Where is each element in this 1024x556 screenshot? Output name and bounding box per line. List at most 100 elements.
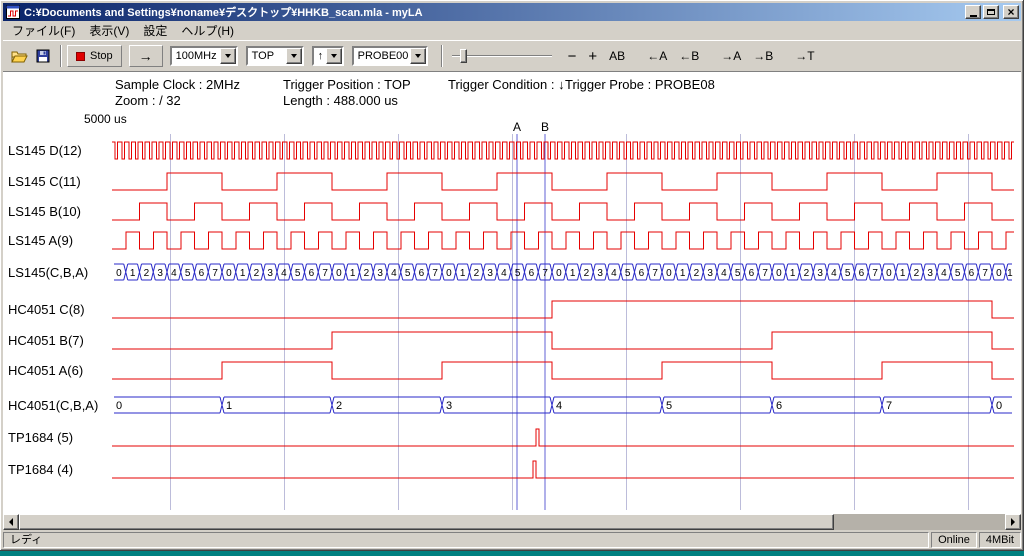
- zoom-slider[interactable]: [452, 45, 552, 67]
- trigger-probe-select[interactable]: PROBE00: [352, 46, 428, 66]
- sample-clock-info: Sample Clock : 2MHz: [115, 77, 283, 93]
- close-button[interactable]: ×: [1003, 5, 1019, 19]
- bus-value: 3: [817, 268, 823, 279]
- bus-value: 1: [790, 268, 796, 279]
- toolbar: Stop → 100MHz TOP ↑ PROBE00 − + AB ←A: [3, 40, 1021, 72]
- trigger-condition-info: Trigger Condition : ↓: [448, 77, 565, 93]
- close-icon: ×: [1007, 6, 1014, 18]
- menu-file[interactable]: ファイル(F): [5, 20, 82, 41]
- save-button[interactable]: [31, 44, 55, 68]
- bus-value: 1: [570, 268, 576, 279]
- bus-value: 5: [515, 268, 521, 279]
- trigger-edge-value: ↑: [314, 48, 326, 64]
- trigger-probe-info: Trigger Probe : PROBE08: [565, 77, 715, 93]
- open-button[interactable]: [7, 44, 31, 68]
- ab-range-button[interactable]: AB: [605, 47, 629, 65]
- zoom-slider-track[interactable]: [452, 55, 552, 57]
- bus-value: 4: [721, 268, 727, 279]
- zoom-slider-thumb[interactable]: [460, 49, 467, 63]
- bus-value: 5: [735, 268, 741, 279]
- goto-b-right-button[interactable]: →B: [749, 47, 777, 65]
- waveform-bus: [114, 397, 1012, 413]
- window-title: C:¥Documents and Settings¥noname¥デスクトップ¥…: [24, 4, 963, 20]
- bus-value: 0: [886, 268, 892, 279]
- bus-value: 4: [556, 400, 562, 412]
- bus-value: 2: [254, 268, 260, 279]
- bus-value: 7: [432, 268, 438, 279]
- statusbar: レディ Online 4MBit: [3, 530, 1021, 548]
- titlebar[interactable]: C:¥Documents and Settings¥noname¥デスクトップ¥…: [3, 3, 1021, 21]
- maximize-button[interactable]: [983, 5, 999, 19]
- bus-value: 0: [226, 268, 232, 279]
- bus-value: 4: [941, 268, 947, 279]
- scrollbar-track[interactable]: [19, 514, 1005, 530]
- bus-value: 1: [240, 268, 246, 279]
- trigger-position-dropdown-button[interactable]: [286, 48, 302, 64]
- waveform-pulse: [112, 429, 1014, 446]
- scroll-left-button[interactable]: [3, 514, 19, 530]
- trigger-probe-dropdown-button[interactable]: [410, 48, 426, 64]
- waveform-strobe: [112, 142, 1014, 159]
- waveform-bit: [112, 173, 1014, 190]
- bus-value: 3: [487, 268, 493, 279]
- bus-value: 2: [584, 268, 590, 279]
- menubar: ファイル(F) 表示(V) 設定 ヘルプ(H): [3, 21, 1021, 40]
- chevron-down-icon: [291, 54, 297, 58]
- waveform-canvas[interactable]: AB5000 usLS145 D(12)LS145 C(11)LS145 B(1…: [3, 110, 1021, 514]
- waveform-bit: [112, 332, 1014, 349]
- zoom-out-button[interactable]: −: [564, 46, 581, 67]
- chevron-down-icon: [225, 54, 231, 58]
- bus-value: 2: [914, 268, 920, 279]
- sample-clock-select[interactable]: 100MHz: [170, 46, 238, 66]
- bus-value: 6: [859, 268, 865, 279]
- sample-clock-dropdown-button[interactable]: [220, 48, 236, 64]
- bus-value: 7: [652, 268, 658, 279]
- goto-a-left-button[interactable]: ←A: [643, 47, 671, 65]
- zoom-in-button[interactable]: +: [584, 46, 601, 67]
- bus-value: 2: [474, 268, 480, 279]
- waveform-bit: [112, 301, 1014, 318]
- signal-label: LS145 B(10): [8, 204, 81, 219]
- chevron-down-icon: [331, 54, 337, 58]
- bus-value: 1: [460, 268, 466, 279]
- menu-settings[interactable]: 設定: [136, 20, 174, 41]
- toolbar-separator: [441, 45, 443, 67]
- stop-button[interactable]: Stop: [67, 45, 122, 67]
- scrollbar-thumb[interactable]: [19, 514, 834, 530]
- bus-value: 2: [804, 268, 810, 279]
- bus-value: 6: [529, 268, 535, 279]
- scroll-right-button[interactable]: [1005, 514, 1021, 530]
- bus-value: 6: [199, 268, 205, 279]
- bus-value: 1: [130, 268, 136, 279]
- bus-value: 2: [336, 400, 342, 412]
- bus-value: 5: [666, 400, 672, 412]
- signal-label: HC4051 B(7): [8, 333, 84, 348]
- marker-label-a: A: [513, 120, 521, 134]
- bus-value: 3: [446, 400, 452, 412]
- signal-label: LS145 A(9): [8, 233, 73, 248]
- save-floppy-icon: [36, 49, 50, 63]
- goto-trigger-button[interactable]: →T: [791, 47, 818, 65]
- bus-value: 4: [831, 268, 837, 279]
- trigger-edge-select[interactable]: ↑: [312, 46, 344, 66]
- signal-label: LS145(C,B,A): [8, 265, 88, 280]
- bus-value: 7: [982, 268, 988, 279]
- trigger-probe-value: PROBE00: [354, 48, 410, 64]
- open-folder-icon: [11, 50, 28, 63]
- bus-value: 7: [886, 400, 892, 412]
- trigger-position-select[interactable]: TOP: [246, 46, 304, 66]
- menu-view[interactable]: 表示(V): [82, 20, 136, 41]
- sample-clock-value: 100MHz: [172, 48, 220, 64]
- trigger-edge-dropdown-button[interactable]: [326, 48, 342, 64]
- bus-value: 0: [116, 268, 122, 279]
- menu-help[interactable]: ヘルプ(H): [174, 20, 241, 41]
- capture-info: Sample Clock : 2MHz Trigger Position : T…: [3, 72, 1021, 109]
- run-button[interactable]: →: [129, 45, 163, 67]
- goto-a-right-button[interactable]: →A: [717, 47, 745, 65]
- minimize-button[interactable]: [965, 5, 981, 19]
- bus-value: 0: [116, 400, 122, 412]
- horizontal-scrollbar[interactable]: [3, 514, 1021, 530]
- bus-value: 0: [556, 268, 562, 279]
- goto-b-left-button[interactable]: ←B: [675, 47, 703, 65]
- bus-value: 3: [707, 268, 713, 279]
